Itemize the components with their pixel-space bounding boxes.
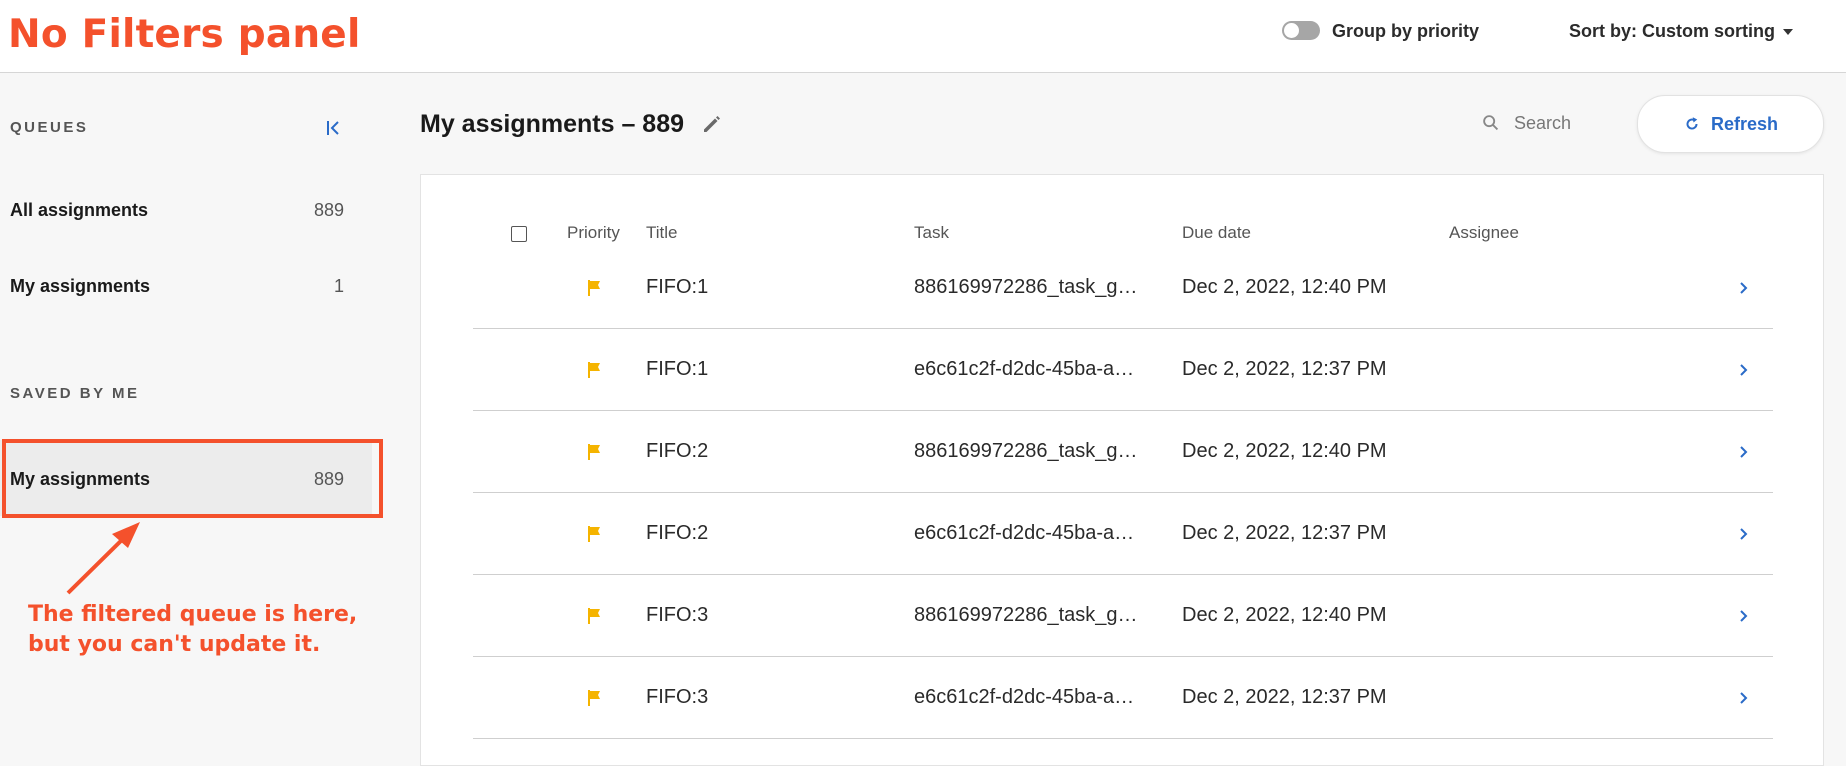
row-title: FIFO:2 (646, 440, 709, 462)
chevron-right-icon[interactable] (1737, 361, 1751, 379)
group-by-priority-label: Group by priority (1332, 21, 1480, 41)
priority-flag-icon (588, 608, 600, 624)
page-title: My assignments – 889 (420, 110, 685, 138)
column-header-priority[interactable]: Priority (567, 223, 620, 243)
row-title: FIFO:3 (646, 686, 709, 708)
priority-flag-icon (588, 444, 600, 460)
row-task: e6c61c2f-d2dc-45ba-a… (914, 686, 1135, 708)
column-header-due-date[interactable]: Due date (1182, 223, 1251, 243)
priority-flag-icon (588, 362, 600, 378)
sort-dropdown[interactable]: Sort by: Custom sorting (1569, 21, 1793, 42)
row-due-date: Dec 2, 2022, 12:40 PM (1182, 604, 1387, 626)
annotation-note: The filtered queue is here, but you can'… (28, 602, 358, 657)
collapse-sidebar-icon[interactable] (322, 116, 346, 140)
row-due-date: Dec 2, 2022, 12:37 PM (1182, 686, 1387, 708)
row-title: FIFO:2 (646, 522, 709, 544)
select-all-checkbox[interactable] (511, 226, 527, 242)
column-header-task[interactable]: Task (914, 223, 949, 243)
table-row[interactable]: FIFO:2 886169972286_task_g… Dec 2, 2022,… (473, 411, 1773, 493)
chevron-right-icon[interactable] (1737, 525, 1751, 543)
refresh-icon (1686, 117, 1698, 130)
sort-label: Sort by: Custom sorting (1569, 21, 1775, 41)
chevron-right-icon[interactable] (1737, 443, 1751, 461)
row-due-date: Dec 2, 2022, 12:37 PM (1182, 358, 1387, 380)
caret-down-icon (1783, 28, 1793, 35)
chevron-right-icon[interactable] (1737, 279, 1751, 297)
row-task: 886169972286_task_g… (914, 440, 1138, 462)
search-input[interactable] (1512, 111, 1626, 135)
row-task: e6c61c2f-d2dc-45ba-a… (914, 358, 1135, 380)
top-bar: No Filters panel Group by priority Sort … (0, 0, 1846, 73)
toggle-knob (1284, 23, 1299, 38)
table-row[interactable]: FIFO:1 886169972286_task_g… Dec 2, 2022,… (473, 247, 1773, 329)
column-header-title[interactable]: Title (646, 223, 678, 243)
queue-item-count: 1 (333, 276, 344, 296)
edit-pencil-icon[interactable] (700, 112, 724, 136)
row-title: FIFO:1 (646, 276, 709, 298)
row-due-date: Dec 2, 2022, 12:40 PM (1182, 276, 1387, 298)
row-task: 886169972286_task_g… (914, 604, 1138, 626)
refresh-button[interactable]: Refresh (1637, 95, 1824, 153)
column-header-assignee[interactable]: Assignee (1449, 223, 1519, 243)
priority-flag-icon (588, 280, 600, 296)
row-task: 886169972286_task_g… (914, 276, 1138, 298)
search-box[interactable] (1480, 108, 1630, 138)
assignments-table: Priority Title Task Due date Assignee FI… (420, 174, 1824, 766)
refresh-label: Refresh (1710, 113, 1779, 134)
queue-item-count: 889 (313, 200, 344, 220)
table-row[interactable]: FIFO:3 886169972286_task_g… Dec 2, 2022,… (473, 575, 1773, 657)
row-title: FIFO:1 (646, 358, 709, 380)
row-due-date: Dec 2, 2022, 12:37 PM (1182, 522, 1387, 544)
row-title: FIFO:3 (646, 604, 709, 626)
row-task: e6c61c2f-d2dc-45ba-a… (914, 522, 1135, 544)
group-by-priority-toggle[interactable] (1282, 21, 1320, 40)
row-divider (473, 738, 1773, 739)
row-due-date: Dec 2, 2022, 12:40 PM (1182, 440, 1387, 462)
table-row[interactable]: FIFO:3 e6c61c2f-d2dc-45ba-a… Dec 2, 2022… (473, 657, 1773, 739)
annotation-arrow-icon (66, 522, 140, 595)
table-row[interactable]: FIFO:2 e6c61c2f-d2dc-45ba-a… Dec 2, 2022… (473, 493, 1773, 575)
chevron-right-icon[interactable] (1737, 689, 1751, 707)
priority-flag-icon (588, 690, 600, 706)
priority-flag-icon (588, 526, 600, 542)
table-row[interactable]: FIFO:1 e6c61c2f-d2dc-45ba-a… Dec 2, 2022… (473, 329, 1773, 411)
chevron-right-icon[interactable] (1737, 607, 1751, 625)
search-icon (1483, 115, 1499, 131)
